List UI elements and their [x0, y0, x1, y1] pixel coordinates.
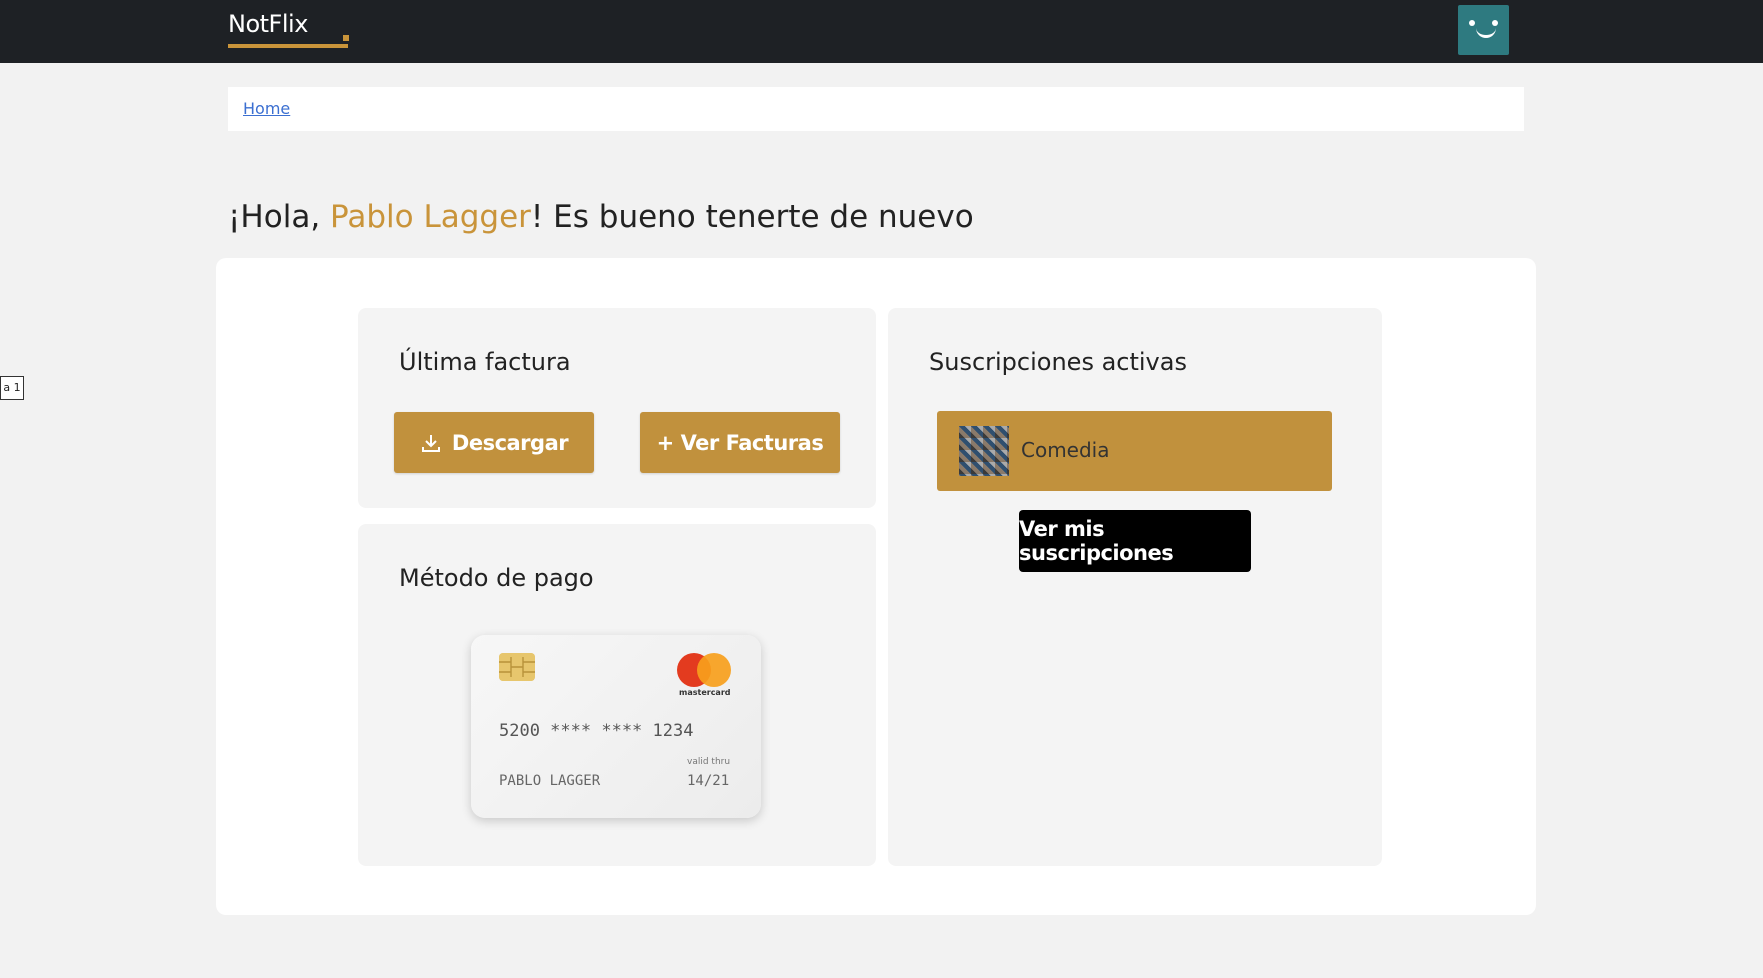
- greeting-prefix: ¡Hola,: [228, 199, 331, 235]
- subscription-thumbnail: [959, 426, 1009, 476]
- top-navbar: NotFlix: [0, 0, 1763, 63]
- breadcrumb-home-link[interactable]: Home: [243, 99, 290, 118]
- payment-title: Método de pago: [399, 564, 594, 592]
- view-invoices-button[interactable]: + Ver Facturas: [640, 412, 840, 473]
- subscription-item[interactable]: Comedia: [937, 411, 1332, 491]
- logo-underline: [228, 44, 348, 48]
- user-avatar[interactable]: [1458, 5, 1509, 55]
- subscriptions-card: Suscripciones activas Comedia Ver mis su…: [888, 308, 1382, 866]
- mastercard-text: mastercard: [679, 688, 731, 697]
- mastercard-circle-orange: [697, 653, 731, 687]
- greeting-suffix: ! Es bueno tenerte de nuevo: [530, 199, 974, 235]
- dashboard-panel: Última factura Descargar + Ver Facturas …: [216, 258, 1536, 915]
- logo-dot: [343, 35, 349, 41]
- invoice-card: Última factura Descargar + Ver Facturas: [358, 308, 876, 508]
- card-number: 5200 **** **** 1234: [499, 721, 694, 741]
- breadcrumb: Home: [228, 87, 1524, 131]
- view-subscriptions-button[interactable]: Ver mis suscripciones: [1019, 510, 1251, 572]
- subscriptions-title: Suscripciones activas: [929, 348, 1187, 376]
- avatar-eye-left: [1469, 20, 1475, 26]
- logo[interactable]: NotFlix: [228, 10, 349, 48]
- invoice-title: Última factura: [399, 348, 571, 376]
- credit-card: mastercard 5200 **** **** 1234 PABLO LAG…: [471, 635, 761, 818]
- payment-method-card: Método de pago mastercard 5200 **** ****…: [358, 524, 876, 866]
- download-icon: [421, 434, 440, 452]
- download-invoice-button[interactable]: Descargar: [394, 412, 594, 473]
- avatar-mouth: [1476, 25, 1496, 38]
- download-label: Descargar: [451, 430, 569, 455]
- card-expiry: 14/21: [687, 773, 730, 789]
- valid-thru-label: valid thru: [687, 757, 731, 767]
- logo-text: NotFlix: [228, 10, 308, 38]
- greeting-heading: ¡Hola, Pablo Lagger! Es bueno tenerte de…: [228, 199, 974, 235]
- card-chip-icon: [499, 653, 535, 681]
- card-holder: PABLO LAGGER: [499, 773, 601, 789]
- side-tab[interactable]: a 1: [0, 376, 24, 400]
- mastercard-logo-icon: mastercard: [677, 653, 733, 697]
- subscription-label: Comedia: [1021, 438, 1110, 462]
- greeting-user-name: Pablo Lagger: [330, 199, 531, 235]
